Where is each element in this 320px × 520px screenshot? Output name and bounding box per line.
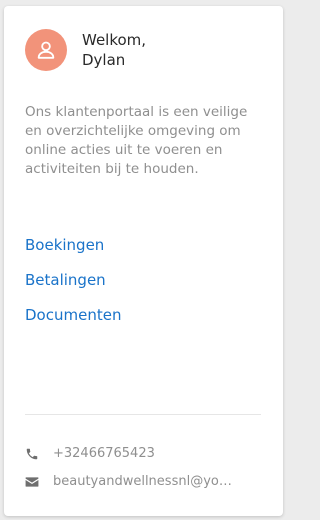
nav-link-boekingen[interactable]: Boekingen — [25, 235, 121, 270]
envelope-icon — [25, 475, 39, 489]
phone-icon — [25, 447, 39, 461]
divider — [25, 414, 261, 415]
nav-link-betalingen[interactable]: Betalingen — [25, 270, 121, 305]
avatar — [25, 29, 67, 71]
contact-email-row[interactable]: beautyandwellnessnl@yo… — [25, 474, 265, 489]
greeting-line-welcome: Welkom, — [82, 31, 147, 49]
contact-email: beautyandwellnessnl@yo… — [53, 474, 232, 489]
intro-text: Ons klantenportaal is een veilige en ove… — [25, 104, 248, 177]
greeting: Welkom, Dylan — [82, 30, 146, 70]
nav-link-documenten[interactable]: Documenten — [25, 305, 121, 340]
welcome-header: Welkom, Dylan — [25, 29, 146, 71]
greeting-user-name: Dylan — [82, 51, 126, 69]
user-icon — [37, 41, 55, 59]
portal-card: Welkom, Dylan Ons klantenportaal is een … — [4, 6, 283, 516]
contact-phone-row[interactable]: +32466765423 — [25, 446, 265, 461]
portal-nav: Boekingen Betalingen Documenten — [25, 235, 121, 340]
contact-phone: +32466765423 — [53, 446, 155, 461]
